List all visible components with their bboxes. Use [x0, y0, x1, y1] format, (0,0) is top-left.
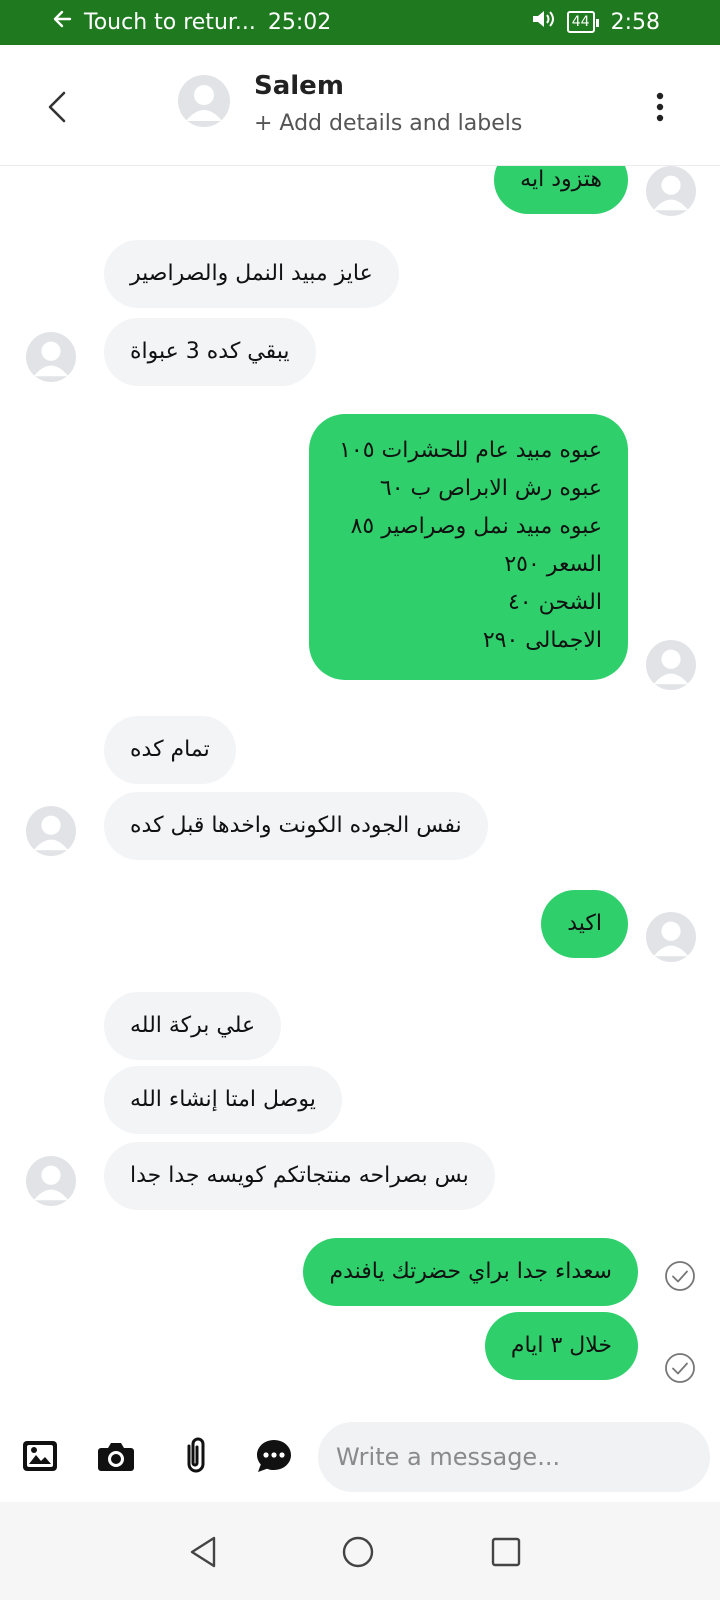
- back-button[interactable]: [42, 87, 72, 127]
- avatar: [646, 640, 696, 690]
- message-line: عبوه مبيد نمل وصراصير ٨٥: [350, 514, 602, 539]
- nav-home-icon[interactable]: [336, 1530, 380, 1574]
- message-bubble-outgoing[interactable]: سعداء جدا براي حضرتك يافندم: [303, 1238, 638, 1306]
- message-line: السعر ٢٥٠: [504, 552, 602, 577]
- chat-header: Salem + Add details and labels: [0, 45, 720, 166]
- nav-back-icon[interactable]: [182, 1530, 226, 1574]
- contact-avatar[interactable]: [178, 75, 230, 131]
- message-input[interactable]: [318, 1422, 710, 1492]
- message-bubble-incoming[interactable]: تمام كده: [104, 716, 236, 784]
- message-text: هتزود ايه: [520, 167, 602, 192]
- message-bubble-incoming[interactable]: علي بركة الله: [104, 992, 282, 1060]
- message-text: عايز مبيد النمل والصراصير: [130, 261, 373, 286]
- message-text: سعداء جدا براي حضرتك يافندم: [329, 1259, 612, 1284]
- more-options-icon[interactable]: [654, 91, 666, 123]
- message-text: تمام كده: [130, 737, 210, 762]
- clock: 2:58: [610, 9, 660, 35]
- message-text: خلال ٣ ايام: [510, 1333, 612, 1358]
- message-bubble-outgoing[interactable]: هتزود ايه: [494, 166, 628, 214]
- battery-level: 44: [571, 14, 590, 30]
- sent-check-icon: [664, 1260, 696, 1292]
- message-text: اكيد: [567, 911, 602, 936]
- chat-bubble-icon[interactable]: [254, 1436, 294, 1476]
- system-nav-bar: [0, 1502, 720, 1600]
- message-text: نفس الجوده الكونت واخدها قبل كده: [130, 813, 462, 838]
- avatar: [646, 166, 696, 216]
- avatar: [26, 1156, 76, 1206]
- message-bubble-incoming[interactable]: عايز مبيد النمل والصراصير: [104, 240, 399, 308]
- message-bubble-incoming[interactable]: بس بصراحه منتجاتكم كويسه جدا جدا: [104, 1142, 495, 1210]
- avatar: [26, 332, 76, 382]
- camera-icon[interactable]: [96, 1436, 136, 1476]
- message-bubble-incoming[interactable]: يبقي كده 3 عبواة: [104, 318, 316, 386]
- message-list[interactable]: هتزود ايه عايز مبيد النمل والصراصير يبقي…: [0, 166, 720, 1414]
- message-text: علي بركة الله: [130, 1013, 256, 1038]
- nav-recents-icon[interactable]: [484, 1530, 528, 1574]
- call-timer: 25:02: [267, 9, 332, 35]
- contact-name[interactable]: Salem: [254, 71, 344, 101]
- message-bubble-outgoing[interactable]: اكيد: [541, 890, 628, 958]
- message-line: عبوه رش الابراص ب ٦٠: [379, 476, 602, 501]
- message-bubble-outgoing[interactable]: عبوه مبيد عام للحشرات ١٠٥ عبوه رش الابرا…: [309, 414, 628, 680]
- message-bubble-incoming[interactable]: يوصل امتا إنشاء الله: [104, 1066, 342, 1134]
- speaker-icon: [531, 9, 557, 35]
- battery-icon: 44: [566, 11, 599, 33]
- image-icon[interactable]: [20, 1436, 60, 1476]
- sent-check-icon: [664, 1352, 696, 1384]
- message-text: يوصل امتا إنشاء الله: [130, 1087, 316, 1112]
- message-text: يبقي كده 3 عبواة: [130, 339, 290, 364]
- status-bar[interactable]: Touch to retur... 25:02 44 2:58: [0, 0, 720, 45]
- chevron-left-icon: [48, 91, 66, 123]
- avatar: [646, 912, 696, 962]
- message-line: الشحن ٤٠: [507, 590, 602, 615]
- message-bubble-outgoing[interactable]: خلال ٣ ايام: [484, 1312, 638, 1380]
- message-bubble-incoming[interactable]: نفس الجوده الكونت واخدها قبل كده: [104, 792, 488, 860]
- message-text: بس بصراحه منتجاتكم كويسه جدا جدا: [130, 1163, 469, 1188]
- return-to-call-text[interactable]: Touch to retur...: [84, 10, 256, 35]
- message-line: الاجمالى ٢٩٠: [482, 628, 602, 653]
- add-details-link[interactable]: + Add details and labels: [254, 111, 522, 136]
- avatar: [26, 806, 76, 856]
- back-arrow-icon: [52, 9, 72, 35]
- paperclip-icon[interactable]: [176, 1436, 216, 1476]
- message-line: عبوه مبيد عام للحشرات ١٠٥: [339, 438, 602, 463]
- composer-bar: [0, 1412, 720, 1502]
